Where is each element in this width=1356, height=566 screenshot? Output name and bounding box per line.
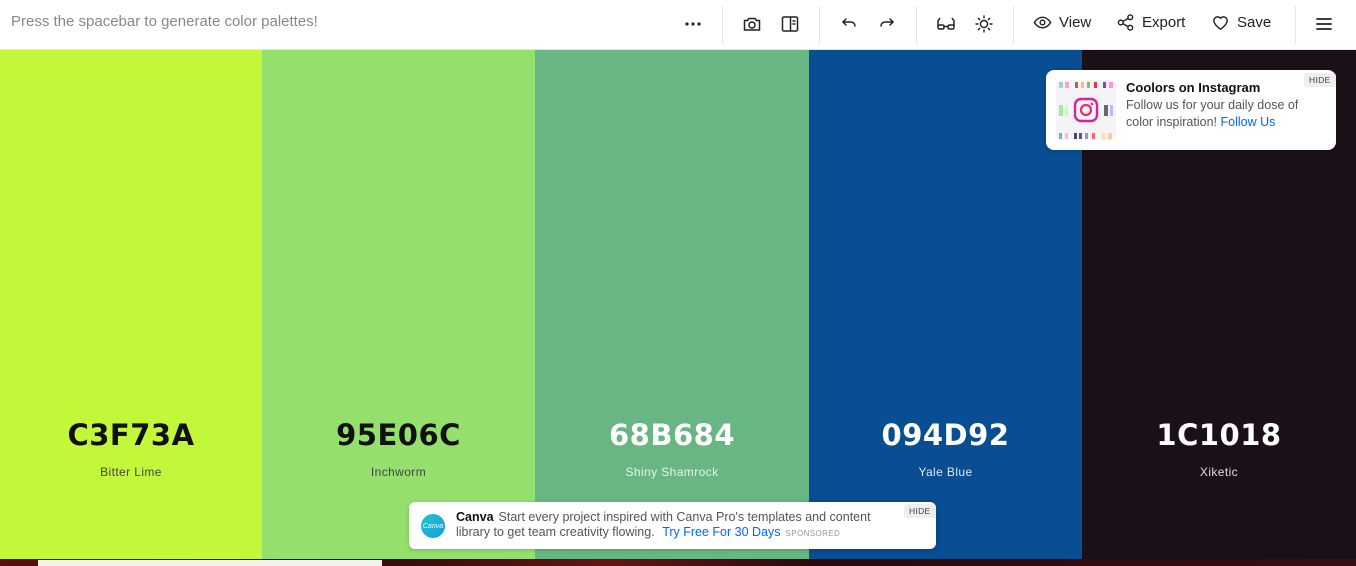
color-name: Yale Blue — [918, 465, 973, 479]
canva-brand: Canva — [456, 510, 494, 524]
color-hex[interactable]: C3F73A — [0, 418, 262, 452]
share-icon — [1117, 13, 1134, 31]
toolbar-divider — [722, 6, 723, 44]
color-name: Shiny Shamrock — [625, 465, 719, 479]
canva-ad-text: Canva Start every project inspired with C… — [456, 510, 901, 541]
instagram-card-body: Follow us for your daily dose of color i… — [1126, 97, 1326, 131]
color-name: Inchworm — [370, 465, 427, 479]
export-button[interactable]: Export — [1116, 11, 1185, 33]
panel-icon[interactable] — [777, 11, 803, 37]
color-swatch[interactable]: C3F73A Bitter Lime — [0, 50, 262, 559]
hide-canva-ad-button[interactable]: HIDE — [904, 504, 936, 518]
hide-instagram-button[interactable]: HIDE — [1304, 73, 1336, 87]
background-strip — [0, 559, 1356, 566]
instagram-card-title: Coolors on Instagram — [1126, 80, 1261, 95]
undo-icon[interactable] — [836, 11, 862, 37]
spacebar-hint: Press the spacebar to generate color pal… — [11, 13, 318, 30]
toolbar-divider — [1013, 6, 1014, 44]
canva-cta-link[interactable]: Try Free For 30 Days — [662, 525, 780, 539]
canva-ad-card: Canva Canva Start every project inspired … — [409, 502, 936, 549]
color-hex[interactable]: 1C1018 — [1082, 418, 1356, 452]
color-hex[interactable]: 68B684 — [535, 418, 809, 452]
toolbar-divider — [1295, 6, 1296, 44]
instagram-promo-card: Coolors on Instagram Follow us for your … — [1046, 70, 1336, 150]
color-swatch[interactable]: 68B684 Shiny Shamrock — [535, 50, 809, 559]
background-bar — [38, 560, 382, 566]
heart-icon — [1213, 15, 1228, 30]
view-label: View — [1059, 13, 1092, 31]
color-hex[interactable]: 094D92 — [809, 418, 1082, 452]
glasses-icon[interactable] — [933, 11, 959, 37]
menu-icon[interactable] — [1311, 11, 1337, 37]
color-swatch[interactable]: 094D92 Yale Blue — [809, 50, 1082, 559]
toolbar-divider — [916, 6, 917, 44]
save-button[interactable]: Save — [1211, 11, 1271, 33]
color-name: Bitter Lime — [100, 465, 162, 479]
follow-us-link[interactable]: Follow Us — [1221, 115, 1276, 129]
color-name: Xiketic — [1199, 465, 1239, 479]
toolbar: Press the spacebar to generate color pal… — [0, 0, 1356, 50]
toolbar-divider — [819, 6, 820, 44]
sun-icon[interactable] — [971, 11, 997, 37]
redo-icon[interactable] — [874, 11, 900, 37]
sponsored-label: SPONSORED — [785, 529, 841, 538]
save-label: Save — [1237, 13, 1272, 31]
instagram-thumbnail — [1056, 80, 1116, 140]
camera-icon[interactable] — [739, 11, 765, 37]
eye-icon — [1033, 16, 1052, 28]
more-icon[interactable] — [680, 11, 706, 37]
color-hex[interactable]: 95E06C — [262, 418, 535, 452]
color-swatch[interactable]: 95E06C Inchworm — [262, 50, 535, 559]
canva-logo-icon: Canva — [421, 514, 445, 538]
export-label: Export — [1142, 13, 1186, 31]
view-button[interactable]: View — [1033, 11, 1091, 33]
